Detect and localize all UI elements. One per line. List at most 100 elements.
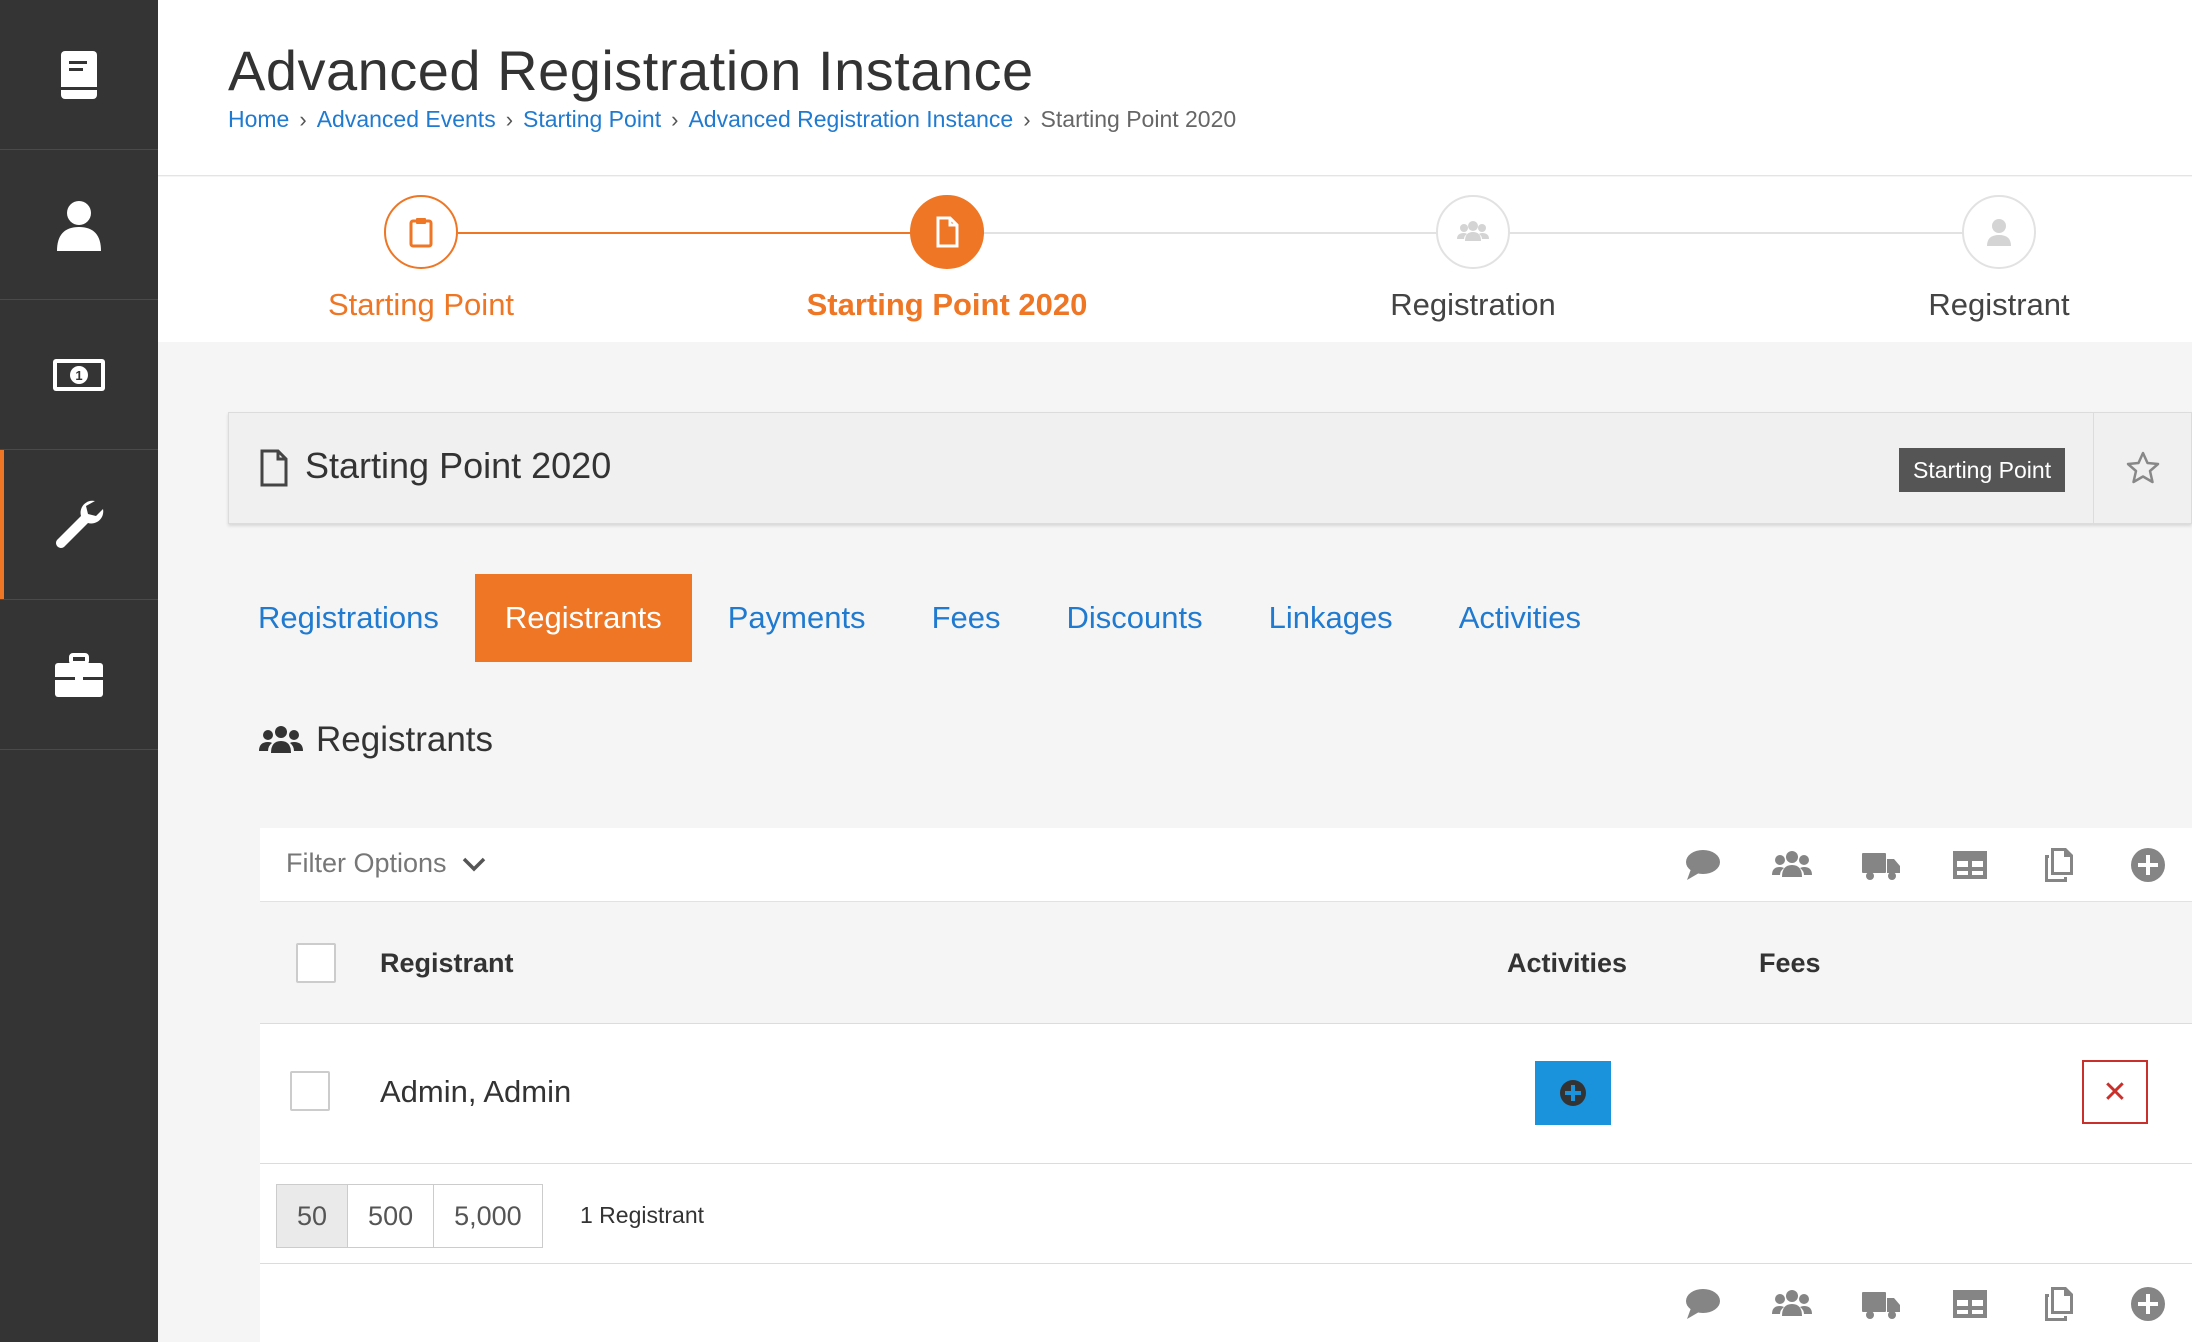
instance-panel-header: Starting Point 2020 Starting Point: [228, 412, 2192, 524]
export-excel-button[interactable]: [1925, 1267, 2014, 1341]
users-icon: [1771, 851, 1812, 877]
book-icon: [61, 50, 97, 99]
grid-header-row: Registrant Activities Fees: [260, 902, 2192, 1024]
breadcrumb-advanced-events[interactable]: Advanced Events: [317, 106, 496, 133]
table-icon: [1952, 851, 1987, 879]
delete-button[interactable]: ✕: [2082, 1060, 2148, 1124]
add-to-group-button[interactable]: [1747, 828, 1836, 902]
page-size-option[interactable]: 500: [347, 1184, 435, 1248]
page-size-option[interactable]: 5,000: [433, 1184, 543, 1248]
chevron-right-icon: ›: [671, 106, 679, 132]
tab-registrants[interactable]: Registrants: [474, 574, 692, 662]
page-title: Advanced Registration Instance: [228, 39, 1034, 102]
sidebar-item-admin[interactable]: [0, 600, 158, 750]
page-size-selector: 50 500 5,000: [276, 1184, 543, 1248]
grid-action-buttons: [1658, 1264, 2192, 1342]
step-label: Registration: [1390, 287, 1556, 322]
clipboard-icon: [409, 218, 433, 248]
table-icon: [1952, 1290, 1987, 1318]
select-all-checkbox[interactable]: [296, 943, 336, 983]
column-header-fees: Fees: [1759, 948, 1821, 978]
step-starting-point-2020[interactable]: Starting Point 2020: [797, 195, 1097, 323]
tab-payments[interactable]: Payments: [698, 574, 896, 662]
tab-activities[interactable]: Activities: [1429, 574, 1611, 662]
step-label: Starting Point: [327, 287, 515, 322]
event-tag-label: Starting Point: [1899, 448, 2066, 492]
step-label: Starting Point 2020: [806, 287, 1088, 322]
bulk-update-button[interactable]: [1836, 828, 1925, 902]
section-title: Registrants: [316, 720, 494, 759]
instance-tabs: Registrations Registrants Payments Fees …: [228, 574, 1617, 662]
chevron-right-icon: ›: [505, 106, 514, 132]
briefcase-icon: [55, 652, 103, 697]
tab-linkages[interactable]: Linkages: [1239, 574, 1423, 662]
breadcrumb-starting-point[interactable]: Starting Point: [523, 106, 661, 133]
column-header-activities: Activities: [1507, 948, 1628, 978]
tab-discounts[interactable]: Discounts: [1036, 574, 1232, 662]
panel-title: Starting Point 2020: [305, 445, 612, 486]
chevron-down-icon: [462, 857, 485, 871]
progress-steps: Starting Point Starting Point 2020 Regis…: [158, 177, 2192, 342]
filter-options-toggle[interactable]: Filter Options: [286, 848, 487, 879]
grid-action-buttons: [1658, 828, 2192, 902]
step-circle: [910, 195, 984, 269]
section-heading: Registrants: [258, 720, 493, 760]
step-registrant[interactable]: Registrant: [1849, 195, 2149, 323]
add-registrant-button[interactable]: [2103, 1267, 2192, 1341]
grid-actions-bottom: [260, 1264, 2192, 1342]
breadcrumb-advanced-registration-instance[interactable]: Advanced Registration Instance: [688, 106, 1013, 133]
users-icon: [1771, 1290, 1812, 1316]
column-header-registrant[interactable]: Registrant: [380, 948, 514, 979]
plus-circle-icon: [1560, 1080, 1586, 1106]
follow-button[interactable]: [2093, 413, 2191, 523]
communicate-button[interactable]: [1658, 1267, 1747, 1341]
file-icon: [260, 449, 288, 487]
communicate-button[interactable]: [1658, 828, 1747, 902]
breadcrumb-current: Starting Point 2020: [1040, 106, 1237, 132]
tab-fees[interactable]: Fees: [902, 574, 1031, 662]
step-circle: [1436, 195, 1510, 269]
truck-icon: [1861, 853, 1900, 880]
money-icon: 1: [53, 358, 105, 391]
add-registrant-button[interactable]: [2103, 828, 2192, 902]
step-starting-point[interactable]: Starting Point: [271, 195, 571, 323]
sidebar: 1: [0, 0, 158, 1342]
comment-icon: [1685, 1289, 1720, 1319]
add-to-group-button[interactable]: [1747, 1267, 1836, 1341]
grid-actions-top: Filter Options: [260, 828, 2192, 902]
export-excel-button[interactable]: [1925, 828, 2014, 902]
registrants-grid: Filter Options Registrant Activities Fee…: [260, 828, 2192, 1342]
truck-icon: [1861, 1292, 1900, 1319]
page-size-option[interactable]: 50: [276, 1184, 349, 1248]
step-circle: [1962, 195, 2036, 269]
breadcrumb: Home › Advanced Events › Starting Point …: [228, 106, 1236, 133]
filter-options-label: Filter Options: [286, 848, 447, 878]
close-icon: ✕: [2102, 1075, 2128, 1109]
sidebar-item-finance[interactable]: 1: [0, 300, 158, 450]
breadcrumb-home[interactable]: Home: [228, 106, 289, 133]
user-icon: [1987, 219, 2011, 246]
add-activity-button[interactable]: [1535, 1061, 1611, 1125]
registrant-name: Admin, Admin: [380, 1074, 572, 1109]
users-icon: [259, 726, 303, 753]
sidebar-item-tools[interactable]: [0, 450, 158, 600]
merge-template-button[interactable]: [2014, 828, 2103, 902]
sidebar-item-people[interactable]: [0, 150, 158, 300]
row-select-checkbox[interactable]: [290, 1071, 330, 1111]
grid-footer: 50 500 5,000 1 Registrant: [260, 1164, 2192, 1264]
merge-template-button[interactable]: [2014, 1267, 2103, 1341]
person-icon: [57, 200, 101, 251]
sidebar-item-content[interactable]: [0, 0, 158, 150]
tab-registrations[interactable]: Registrations: [228, 574, 469, 662]
file-icon: [936, 216, 959, 248]
plus-circle-icon: [2130, 1287, 2165, 1321]
chevron-right-icon: ›: [299, 106, 307, 132]
svg-text:1: 1: [75, 368, 82, 383]
table-row[interactable]: Admin, Admin ✕: [260, 1024, 2192, 1164]
step-registration[interactable]: Registration: [1323, 195, 1623, 323]
star-icon: [2126, 451, 2159, 484]
copy-icon: [2044, 1287, 2073, 1321]
record-count: 1 Registrant: [580, 1202, 705, 1228]
bulk-update-button[interactable]: [1836, 1267, 1925, 1341]
step-circle: [384, 195, 458, 269]
